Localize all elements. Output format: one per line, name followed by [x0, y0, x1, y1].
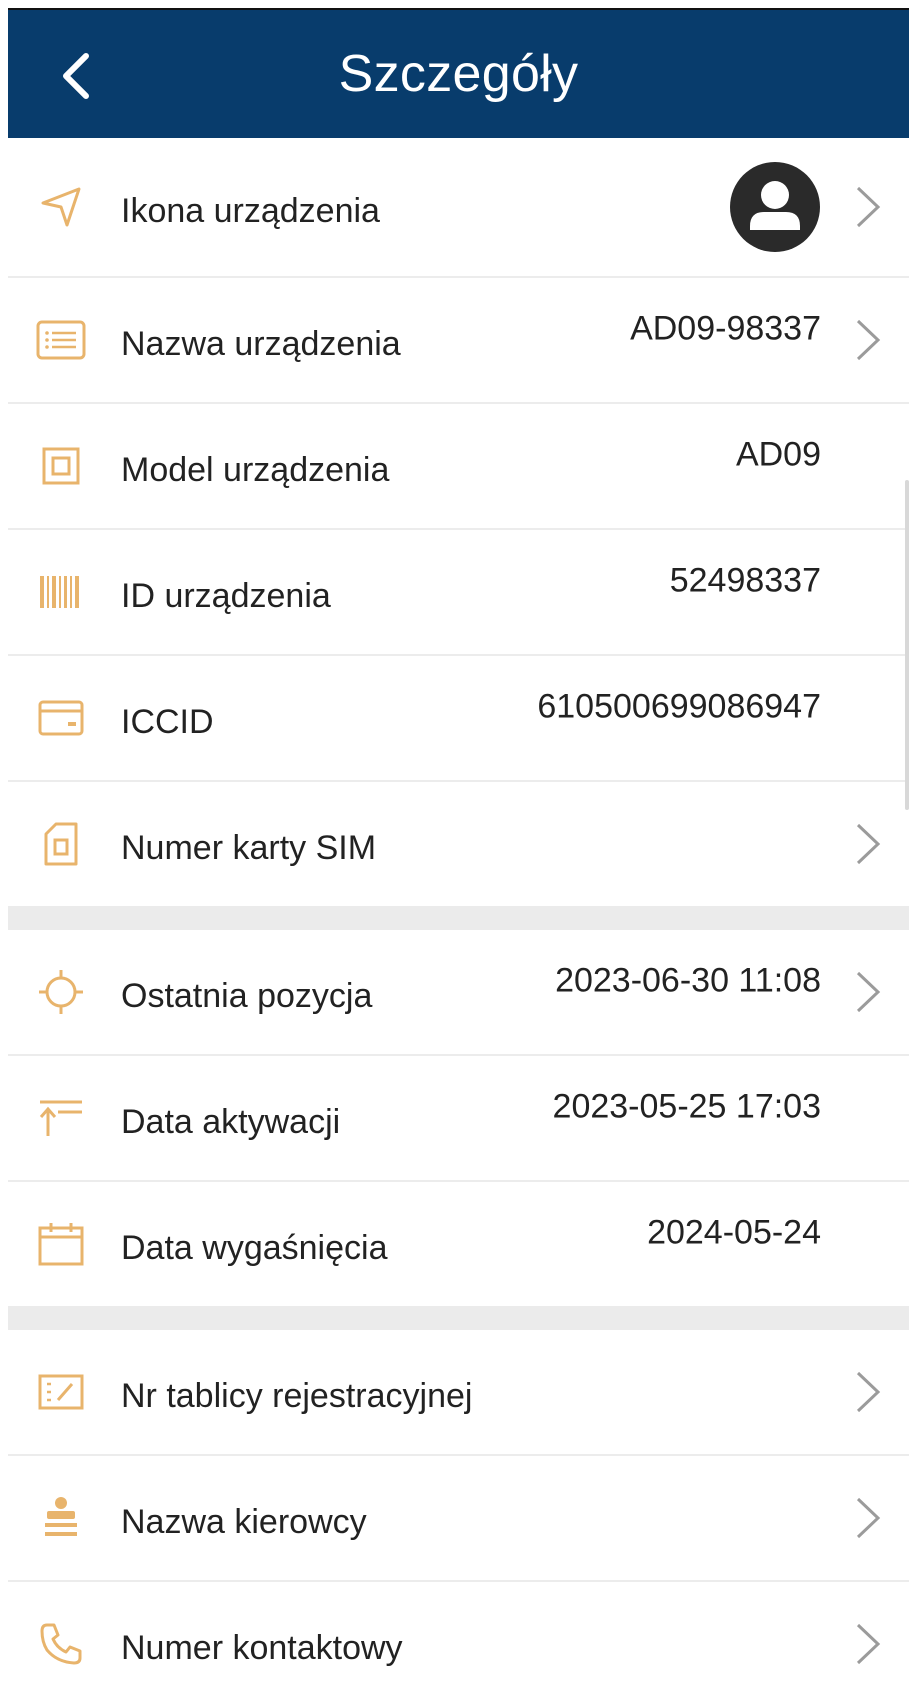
chevron-right-icon — [847, 1618, 887, 1670]
row-label: Data wygaśnięcia — [121, 1229, 388, 1268]
row-device-id: ID urządzenia 52498337 — [8, 530, 909, 656]
phone-icon — [36, 1619, 86, 1669]
row-value: 2023-06-30 11:08 — [555, 961, 821, 1000]
chevron-right-icon — [847, 966, 887, 1018]
row-label: Numer karty SIM — [121, 829, 377, 868]
row-label: Nazwa urządzenia — [121, 325, 401, 364]
row-value: AD09-98337 — [630, 309, 821, 348]
row-contact-number[interactable]: Numer kontaktowy — [8, 1582, 909, 1706]
chevron-right-icon — [847, 1366, 887, 1418]
row-label: Ikona urządzenia — [121, 192, 380, 231]
scrollbar[interactable] — [905, 480, 909, 810]
row-label: ICCID — [121, 703, 214, 742]
avatar[interactable] — [730, 162, 820, 252]
user-icon — [750, 181, 800, 230]
license-plate-icon — [36, 1367, 86, 1417]
page-title: Szczegóły — [338, 45, 579, 103]
row-sim-number[interactable]: Numer karty SIM — [8, 782, 909, 906]
row-value: AD09 — [735, 435, 821, 474]
barcode-icon — [36, 567, 86, 617]
crosshair-icon — [36, 967, 86, 1017]
chevron-right-icon — [847, 181, 887, 233]
chevron-right-icon — [847, 1492, 887, 1544]
row-value: 2024-05-24 — [647, 1213, 821, 1252]
row-value: 2023-05-25 17:03 — [552, 1087, 821, 1126]
row-iccid: ICCID 610500699086947 — [8, 656, 909, 782]
back-button[interactable] — [48, 48, 104, 104]
row-license-plate[interactable]: Nr tablicy rejestracyjnej — [8, 1330, 909, 1456]
section-divider — [8, 1306, 909, 1330]
details-list: Ikona urządzenia Nazwa urządzenia AD09-9… — [8, 138, 909, 1706]
row-label: Nr tablicy rejestracyjnej — [121, 1377, 473, 1416]
row-value: 52498337 — [669, 561, 821, 600]
row-expiry-date: Data wygaśnięcia 2024-05-24 — [8, 1182, 909, 1306]
chevron-right-icon — [847, 818, 887, 870]
row-label: Nazwa kierowcy — [121, 1503, 367, 1542]
row-last-position[interactable]: Ostatnia pozycja 2023-06-30 11:08 — [8, 930, 909, 1056]
status-bar-edge — [0, 0, 909, 10]
row-label: Data aktywacji — [121, 1103, 341, 1142]
row-value: 610500699086947 — [537, 687, 821, 726]
row-driver-name[interactable]: Nazwa kierowcy — [8, 1456, 909, 1582]
navigation-arrow-icon — [36, 182, 86, 232]
row-label: Ostatnia pozycja — [121, 977, 373, 1016]
row-device-name[interactable]: Nazwa urządzenia AD09-98337 — [8, 278, 909, 404]
card-icon — [36, 693, 86, 743]
row-activation-date: Data aktywacji 2023-05-25 17:03 — [8, 1056, 909, 1182]
row-device-icon[interactable]: Ikona urządzenia — [8, 138, 909, 278]
calendar-icon — [36, 1219, 86, 1269]
section-divider — [8, 906, 909, 930]
sim-card-icon — [36, 819, 86, 869]
list-icon — [36, 315, 86, 365]
activation-arrow-icon — [36, 1093, 86, 1143]
row-device-model: Model urządzenia AD09 — [8, 404, 909, 530]
chevron-left-icon — [63, 53, 89, 99]
row-label: ID urządzenia — [121, 577, 331, 616]
row-label: Numer kontaktowy — [121, 1629, 403, 1668]
app-header: Szczegóły — [8, 10, 909, 138]
driver-icon — [36, 1493, 86, 1543]
chevron-right-icon — [847, 314, 887, 366]
row-label: Model urządzenia — [121, 451, 390, 490]
model-square-icon — [36, 441, 86, 491]
